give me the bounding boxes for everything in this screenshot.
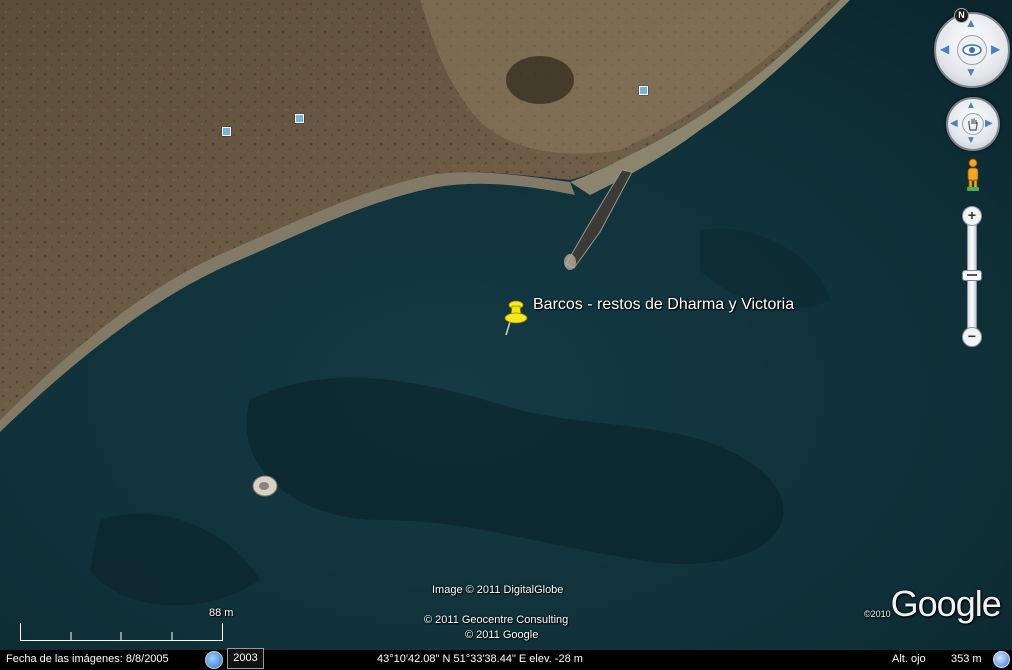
coordinates-readout: 43°10'42.08" N 51°33'38.44" E elev. -28 … bbox=[377, 653, 583, 665]
look-down-arrow-icon[interactable]: ▼ bbox=[965, 66, 977, 78]
historical-imagery-icon[interactable] bbox=[205, 651, 223, 669]
scale-label: 88 m bbox=[209, 607, 234, 619]
google-attribution: © 2011 Google bbox=[465, 629, 539, 641]
scale-bar bbox=[20, 623, 223, 641]
google-logo: ©2010Google bbox=[864, 583, 1002, 625]
move-down-arrow-icon[interactable]: ▼ bbox=[966, 135, 976, 147]
satellite-map-view[interactable]: Barcos - restos de Dharma y Victoria Ima… bbox=[0, 0, 1012, 650]
logo-year: ©2010 bbox=[864, 609, 891, 619]
streaming-status-icon bbox=[993, 651, 1010, 668]
poi-marker[interactable] bbox=[295, 114, 304, 123]
eye-icon[interactable] bbox=[957, 35, 987, 65]
hand-icon[interactable] bbox=[962, 113, 984, 135]
north-indicator[interactable]: N bbox=[954, 8, 969, 23]
yellow-pushpin-icon[interactable] bbox=[500, 298, 530, 336]
look-joystick[interactable]: ▲ ▼ ◀ ▶ bbox=[934, 12, 1010, 88]
move-up-arrow-icon[interactable]: ▲ bbox=[966, 100, 976, 112]
move-right-arrow-icon[interactable]: ▶ bbox=[985, 118, 993, 130]
logo-word: Google bbox=[890, 583, 1002, 624]
data-attribution: © 2011 Geocentre Consulting bbox=[424, 614, 569, 626]
zoom-slider-thumb[interactable] bbox=[962, 270, 982, 281]
move-left-arrow-icon[interactable]: ◀ bbox=[950, 118, 958, 130]
poi-marker[interactable] bbox=[639, 86, 648, 95]
placemark-label[interactable]: Barcos - restos de Dharma y Victoria bbox=[533, 296, 794, 314]
zoom-in-button[interactable]: + bbox=[962, 206, 982, 226]
poi-marker[interactable] bbox=[222, 127, 231, 136]
look-left-arrow-icon[interactable]: ◀ bbox=[940, 43, 949, 55]
street-view-pegman-icon[interactable] bbox=[964, 158, 982, 192]
imagery-date: Fecha de las imágenes: 8/8/2005 bbox=[6, 653, 169, 665]
eye-altitude-value: 353 m bbox=[951, 653, 982, 665]
imagery-attribution: Image © 2011 DigitalGlobe bbox=[432, 584, 564, 596]
zoom-out-button[interactable]: − bbox=[962, 327, 982, 347]
eye-altitude-label: Alt. ojo bbox=[892, 653, 926, 665]
status-bar: Fecha de las imágenes: 8/8/2005 43°10'42… bbox=[0, 650, 1012, 670]
move-joystick[interactable]: ▲ ▼ ◀ ▶ bbox=[946, 97, 1000, 151]
look-right-arrow-icon[interactable]: ▶ bbox=[991, 43, 1000, 55]
historical-imagery-year[interactable]: 2003 bbox=[227, 648, 264, 669]
